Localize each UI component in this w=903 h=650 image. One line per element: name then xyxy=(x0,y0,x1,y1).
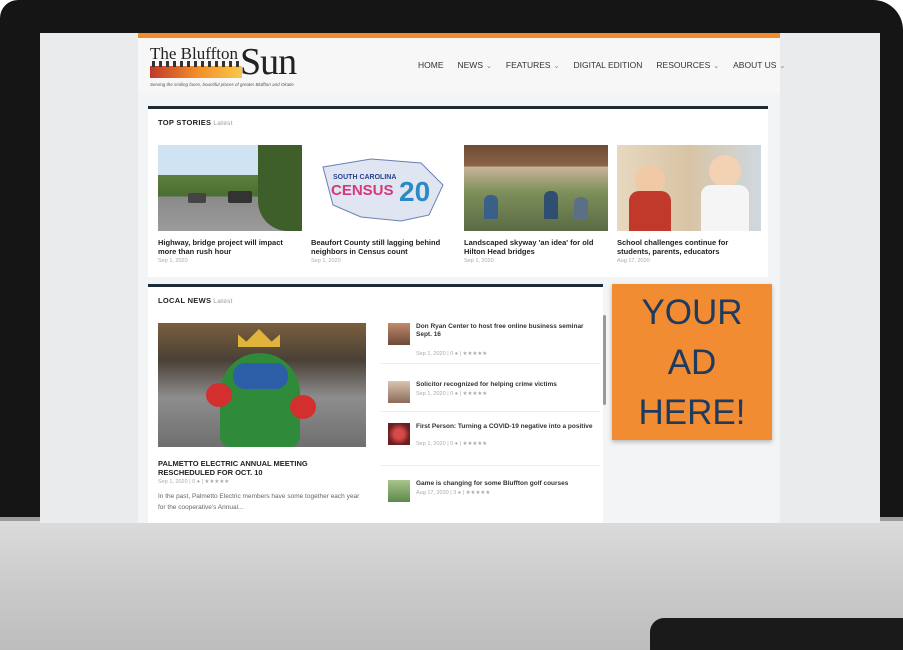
latest-link[interactable]: Latest xyxy=(213,298,233,305)
story-card[interactable]: School challenges continue for students,… xyxy=(617,145,761,264)
logo-word-2: Sun xyxy=(240,41,297,83)
ad-line-2: AD xyxy=(667,343,717,382)
website: The Bluffton Sun Serving the smiling fac… xyxy=(138,33,785,523)
census-year: 20 xyxy=(399,176,430,207)
monitor-stand xyxy=(650,618,903,650)
nav-features-label: FEATURES xyxy=(505,60,551,70)
glove-icon xyxy=(206,383,232,407)
featured-title[interactable]: PALMETTO ELECTRIC ANNUAL MEETING RESCHED… xyxy=(158,459,348,477)
list-thumb[interactable] xyxy=(388,381,410,403)
nav-about-us[interactable]: ABOUT US ⌄ xyxy=(733,60,785,70)
story-card[interactable]: SOUTH CAROLINA CENSUS 20 Beaufort County… xyxy=(311,145,455,264)
nav-news[interactable]: NEWS ⌄ xyxy=(458,60,492,70)
nav-resources-label: RESOURCES xyxy=(656,60,711,70)
chevron-down-icon: ⌄ xyxy=(713,63,720,70)
logo-sunset-bar xyxy=(150,66,242,78)
covid-thumb[interactable] xyxy=(388,423,410,445)
local-news-section: LOCAL NEWS Latest PALMETTO ELECTRIC ANNUA… xyxy=(148,284,606,523)
story-title[interactable]: Landscaped skyway 'an idea' for old Hilt… xyxy=(464,238,608,256)
featured-meta: Sep 1, 2020 | 0 ● | ★★★★★ xyxy=(158,479,230,485)
nav-about-us-label: ABOUT US xyxy=(733,60,777,70)
list-item-meta: Sep 1, 2020 | 0 ● | ★★★★★ xyxy=(416,441,488,447)
glove-icon xyxy=(290,395,316,419)
chevron-down-icon: ⌄ xyxy=(553,63,560,70)
list-item-title[interactable]: Don Ryan Center to host free online busi… xyxy=(416,323,594,339)
story-date: Sep 1, 2020 xyxy=(158,258,188,264)
census-logo-icon: SOUTH CAROLINA CENSUS 20 xyxy=(322,158,444,222)
list-item-title[interactable]: Solicitor recognized for helping crime v… xyxy=(416,381,594,389)
census-line2: CENSUS xyxy=(331,182,394,199)
logo-skyline xyxy=(152,61,240,67)
story-date: Aug 17, 2020 xyxy=(617,258,650,264)
nav-digital-edition[interactable]: DIGITAL EDITION xyxy=(573,60,642,70)
list-item-meta: Sep 1, 2020 | 0 ● | ★★★★★ xyxy=(416,391,488,397)
main-nav: HOME NEWS ⌄ FEATURES ⌄ DIGITAL EDITION RES… xyxy=(418,60,799,70)
list-item-title[interactable]: Game is changing for some Bluffton golf … xyxy=(416,480,594,488)
ad-line-3: HERE! xyxy=(638,393,746,432)
golf-thumb[interactable] xyxy=(388,480,410,502)
nav-resources[interactable]: RESOURCES ⌄ xyxy=(656,60,719,70)
divider xyxy=(380,363,600,364)
census-line1: SOUTH CAROLINA xyxy=(333,174,396,181)
story-image-pavilion[interactable] xyxy=(464,145,608,231)
chevron-down-icon: ⌄ xyxy=(779,63,786,70)
story-title[interactable]: School challenges continue for students,… xyxy=(617,238,761,256)
chevron-down-icon: ⌄ xyxy=(486,63,492,70)
logo-tagline: Serving the smiling faces, bountiful pla… xyxy=(150,82,294,87)
list-item-title[interactable]: First Person: Turning a COVID-19 negativ… xyxy=(416,423,594,431)
featured-image-frog-mascot[interactable] xyxy=(158,323,366,447)
top-stories-section: TOP STORIES Latest Highway, bridge projec… xyxy=(148,106,768,277)
story-date: Sep 1, 2020 xyxy=(311,258,341,264)
top-stories-heading: TOP STORIES xyxy=(158,118,212,127)
story-image-classroom[interactable] xyxy=(617,145,761,231)
list-scrollbar[interactable] xyxy=(603,315,606,405)
site-logo[interactable]: The Bluffton Sun Serving the smiling fac… xyxy=(150,41,320,90)
story-card[interactable]: Landscaped skyway 'an idea' for old Hilt… xyxy=(464,145,608,264)
list-item-meta: Aug 17, 2020 | 3 ● | ★★★★★ xyxy=(416,490,491,496)
story-date: Sep 1, 2020 xyxy=(464,258,494,264)
divider xyxy=(380,411,600,412)
list-item-meta: Sep 1, 2020 | 0 ● | ★★★★★ xyxy=(416,351,488,357)
screen: The Bluffton Sun Serving the smiling fac… xyxy=(40,33,880,523)
story-card[interactable]: Highway, bridge project will impact more… xyxy=(158,145,302,264)
divider xyxy=(380,465,600,466)
nav-home[interactable]: HOME xyxy=(418,60,444,70)
section-title: LOCAL NEWS Latest xyxy=(158,296,233,305)
latest-link[interactable]: Latest xyxy=(213,120,233,127)
ad-banner[interactable]: YOUR AD HERE! xyxy=(612,284,772,440)
nav-features[interactable]: FEATURES ⌄ xyxy=(506,60,560,70)
featured-excerpt: In the past, Palmetto Electric members h… xyxy=(158,493,360,511)
story-title[interactable]: Highway, bridge project will impact more… xyxy=(158,238,302,256)
ad-line-1: YOUR xyxy=(641,293,743,332)
nav-digital-edition-label: DIGITAL EDITION xyxy=(573,60,643,70)
frog-mask xyxy=(233,363,288,389)
section-title: TOP STORIES Latest xyxy=(158,118,233,127)
crown-icon xyxy=(238,329,280,347)
site-header: The Bluffton Sun Serving the smiling fac… xyxy=(138,38,785,93)
story-title[interactable]: Beaufort County still lagging behind nei… xyxy=(311,238,455,256)
local-news-heading: LOCAL NEWS xyxy=(158,296,212,305)
story-image-census[interactable]: SOUTH CAROLINA CENSUS 20 xyxy=(311,145,455,231)
story-image-road[interactable] xyxy=(158,145,302,231)
nav-home-label: HOME xyxy=(418,60,444,70)
nav-news-label: NEWS xyxy=(457,60,484,70)
list-thumb[interactable] xyxy=(388,323,410,345)
